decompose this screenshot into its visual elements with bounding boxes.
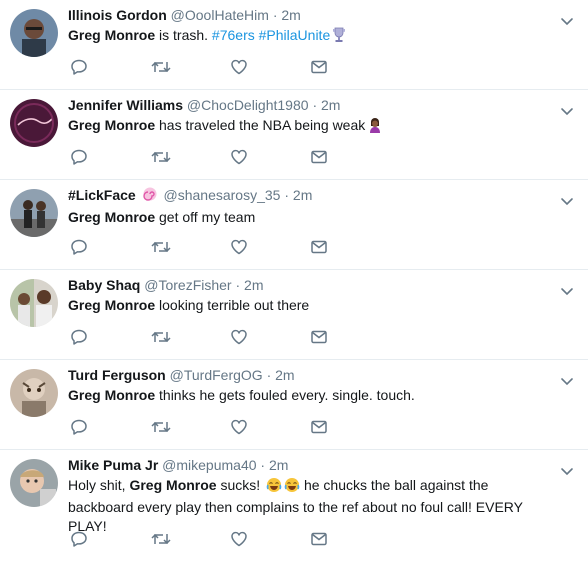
envelope-icon[interactable]	[310, 58, 390, 78]
heart-icon[interactable]	[230, 58, 310, 78]
author-handle[interactable]: @shanesarosy_35	[164, 187, 281, 203]
tweet-feed: Illinois Gordon @OoolHateHim · 2m Greg M…	[0, 0, 588, 562]
text-run: get off my team	[155, 209, 256, 225]
tweet-timestamp[interactable]: 2m	[275, 367, 294, 383]
more-options-chevron-down-icon[interactable]	[560, 374, 574, 386]
retweet-icon[interactable]	[150, 530, 230, 550]
more-options-chevron-down-icon[interactable]	[560, 14, 574, 26]
author-handle[interactable]: @mikepuma40	[162, 457, 256, 473]
tweet-timestamp[interactable]: 2m	[293, 187, 312, 203]
envelope-icon[interactable]	[310, 418, 390, 438]
hashtag-link[interactable]: #76ers	[212, 27, 255, 43]
tweet-text: Greg Monroe thinks he gets fouled every.…	[68, 386, 554, 405]
text-run: thinks he gets fouled every. single. tou…	[155, 387, 415, 403]
tweet[interactable]: Illinois Gordon @OoolHateHim · 2m Greg M…	[0, 0, 588, 90]
more-options-chevron-down-icon[interactable]	[560, 464, 574, 476]
tweet-text: Greg Monroe is trash. #76ers #PhilaUnite	[68, 26, 554, 48]
retweet-icon[interactable]	[150, 58, 230, 78]
reply-icon[interactable]	[70, 328, 150, 348]
tweet[interactable]: Jennifer Williams @ChocDelight1980 · 2m …	[0, 90, 588, 180]
more-options-chevron-down-icon[interactable]	[560, 194, 574, 206]
separator-dot: ·	[272, 7, 278, 23]
author-handle[interactable]: @TorezFisher	[144, 277, 231, 293]
tweet[interactable]: Turd Ferguson @TurdFergOG · 2m Greg Monr…	[0, 360, 588, 450]
author-name[interactable]: Baby Shaq	[68, 277, 140, 293]
avatar[interactable]	[10, 189, 58, 237]
avatar[interactable]	[10, 9, 58, 57]
lollipop-icon	[142, 186, 158, 207]
mention-name: Greg Monroe	[129, 477, 217, 493]
tweet-text: Greg Monroe get off my team	[68, 208, 554, 227]
tweet-timestamp[interactable]: 2m	[269, 457, 288, 473]
tweet-timestamp[interactable]: 2m	[244, 277, 263, 293]
mention-name: Greg Monroe	[68, 297, 156, 313]
reply-icon[interactable]	[70, 530, 150, 550]
envelope-icon[interactable]	[310, 328, 390, 348]
mention-name: Greg Monroe	[68, 117, 156, 133]
heart-icon[interactable]	[230, 530, 310, 550]
mention-name: Greg Monroe	[68, 27, 156, 43]
author-handle[interactable]: @ChocDelight1980	[187, 97, 309, 113]
retweet-icon[interactable]	[150, 238, 230, 258]
mention-name: Greg Monroe	[68, 387, 156, 403]
more-options-chevron-down-icon[interactable]	[560, 104, 574, 116]
separator-dot: ·	[235, 277, 241, 293]
woman-shrugging-icon	[367, 117, 383, 138]
mention-name: Greg Monroe	[68, 209, 156, 225]
tweet-text: Holy shit, Greg Monroe sucks! he chucks …	[68, 476, 554, 536]
text-run: sucks!	[216, 477, 265, 493]
tweet[interactable]: Baby Shaq @TorezFisher · 2m Greg Monroe …	[0, 270, 588, 360]
text-run: has traveled the NBA being weak	[155, 117, 366, 133]
author-name[interactable]: Mike Puma Jr	[68, 457, 158, 473]
text-run: Holy shit,	[68, 477, 130, 493]
avatar[interactable]	[10, 459, 58, 507]
envelope-icon[interactable]	[310, 530, 390, 550]
reply-icon[interactable]	[70, 238, 150, 258]
trophy-icon	[332, 27, 346, 48]
envelope-icon[interactable]	[310, 148, 390, 168]
reply-icon[interactable]	[70, 148, 150, 168]
tears-of-joy-icon	[284, 477, 300, 498]
reply-icon[interactable]	[70, 418, 150, 438]
separator-dot: ·	[284, 187, 290, 203]
retweet-icon[interactable]	[150, 328, 230, 348]
more-options-chevron-down-icon[interactable]	[560, 284, 574, 296]
envelope-icon[interactable]	[310, 238, 390, 258]
author-name[interactable]: Jennifer Williams	[68, 97, 183, 113]
tweet-timestamp[interactable]: 2m	[281, 7, 300, 23]
author-handle[interactable]: @TurdFergOG	[170, 367, 263, 383]
avatar[interactable]	[10, 99, 58, 147]
separator-dot: ·	[266, 367, 272, 383]
tweet[interactable]: #LickFace @shanesarosy_35 · 2m Greg Monr…	[0, 180, 588, 270]
author-name[interactable]: Turd Ferguson	[68, 367, 166, 383]
tears-of-joy-icon	[266, 477, 282, 498]
separator-dot: ·	[260, 457, 266, 473]
heart-icon[interactable]	[230, 148, 310, 168]
text-run: looking terrible out there	[155, 297, 310, 313]
retweet-icon[interactable]	[150, 148, 230, 168]
reply-icon[interactable]	[70, 58, 150, 78]
text-run: is trash.	[155, 27, 212, 43]
tweet-text: Greg Monroe has traveled the NBA being w…	[68, 116, 554, 138]
avatar[interactable]	[10, 369, 58, 417]
tweet-timestamp[interactable]: 2m	[321, 97, 340, 113]
heart-icon[interactable]	[230, 418, 310, 438]
author-handle[interactable]: @OoolHateHim	[171, 7, 269, 23]
separator-dot: ·	[312, 97, 318, 113]
tweet-text: Greg Monroe looking terrible out there	[68, 296, 554, 315]
author-name[interactable]: #LickFace	[68, 187, 136, 203]
avatar[interactable]	[10, 279, 58, 327]
heart-icon[interactable]	[230, 238, 310, 258]
hashtag-link[interactable]: #PhilaUnite	[259, 27, 331, 43]
retweet-icon[interactable]	[150, 418, 230, 438]
tweet[interactable]: Mike Puma Jr @mikepuma40 · 2m Holy shit,…	[0, 450, 588, 562]
heart-icon[interactable]	[230, 328, 310, 348]
author-name[interactable]: Illinois Gordon	[68, 7, 167, 23]
